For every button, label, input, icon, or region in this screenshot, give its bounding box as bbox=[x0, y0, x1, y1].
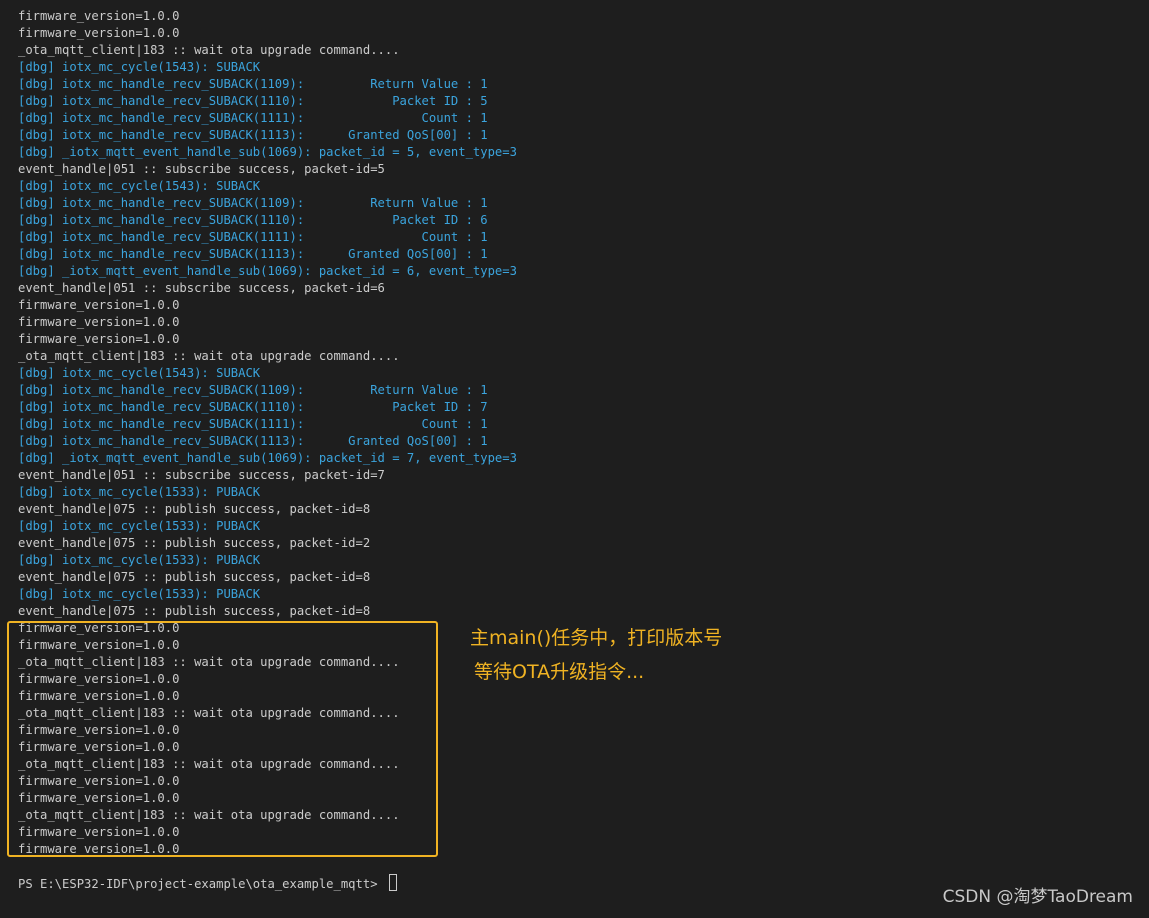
debug-log-line: [dbg] iotx_mc_cycle(1533): PUBACK bbox=[18, 587, 261, 601]
debug-log-line: [dbg] iotx_mc_cycle(1543): SUBACK bbox=[18, 179, 261, 193]
log-line: event_handle|051 :: subscribe success, p… bbox=[18, 162, 385, 176]
terminal-prompt[interactable]: PS E:\ESP32-IDF\project-example\ota_exam… bbox=[18, 874, 397, 891]
debug-log-line: [dbg] iotx_mc_cycle(1533): PUBACK bbox=[18, 485, 261, 499]
log-line: firmware_version=1.0.0 bbox=[18, 26, 180, 40]
debug-log-line: [dbg] iotx_mc_cycle(1543): SUBACK bbox=[18, 60, 261, 74]
annotation-line-1: 主main()任务中，打印版本号 bbox=[470, 627, 723, 649]
log-line: event_handle|075 :: publish success, pac… bbox=[18, 536, 371, 550]
debug-log-line: [dbg] _iotx_mqtt_event_handle_sub(1069):… bbox=[18, 451, 517, 465]
log-line: _ota_mqtt_client|183 :: wait ota upgrade… bbox=[18, 43, 400, 57]
debug-log-line: [dbg] iotx_mc_handle_recv_SUBACK(1111): … bbox=[18, 230, 488, 244]
debug-log-line: [dbg] iotx_mc_handle_recv_SUBACK(1111): … bbox=[18, 417, 488, 431]
debug-log-line: [dbg] iotx_mc_handle_recv_SUBACK(1111): … bbox=[18, 111, 488, 125]
debug-log-line: [dbg] iotx_mc_handle_recv_SUBACK(1113): … bbox=[18, 247, 488, 261]
debug-log-line: [dbg] iotx_mc_handle_recv_SUBACK(1109): … bbox=[18, 196, 488, 210]
cursor bbox=[388, 874, 397, 891]
annotation-line-2: 等待OTA升级指令... bbox=[474, 661, 645, 683]
debug-log-line: [dbg] iotx_mc_handle_recv_SUBACK(1113): … bbox=[18, 128, 488, 142]
log-line: event_handle|051 :: subscribe success, p… bbox=[18, 281, 385, 295]
highlight-box bbox=[7, 621, 438, 857]
log-line: event_handle|075 :: publish success, pac… bbox=[18, 570, 371, 584]
log-line: firmware_version=1.0.0 bbox=[18, 315, 180, 329]
debug-log-line: [dbg] _iotx_mqtt_event_handle_sub(1069):… bbox=[18, 264, 517, 278]
log-line: _ota_mqtt_client|183 :: wait ota upgrade… bbox=[18, 349, 400, 363]
prompt-text: PS E:\ESP32-IDF\project-example\ota_exam… bbox=[18, 877, 385, 891]
log-line: firmware_version=1.0.0 bbox=[18, 9, 180, 23]
debug-log-line: [dbg] iotx_mc_handle_recv_SUBACK(1110): … bbox=[18, 213, 488, 227]
debug-log-line: [dbg] iotx_mc_handle_recv_SUBACK(1110): … bbox=[18, 400, 488, 414]
debug-log-line: [dbg] iotx_mc_handle_recv_SUBACK(1109): … bbox=[18, 383, 488, 397]
debug-log-line: [dbg] iotx_mc_handle_recv_SUBACK(1113): … bbox=[18, 434, 488, 448]
debug-log-line: [dbg] iotx_mc_cycle(1533): PUBACK bbox=[18, 519, 261, 533]
debug-log-line: [dbg] _iotx_mqtt_event_handle_sub(1069):… bbox=[18, 145, 517, 159]
log-line: firmware_version=1.0.0 bbox=[18, 298, 180, 312]
log-line: event_handle|051 :: subscribe success, p… bbox=[18, 468, 385, 482]
debug-log-line: [dbg] iotx_mc_cycle(1533): PUBACK bbox=[18, 553, 261, 567]
debug-log-line: [dbg] iotx_mc_handle_recv_SUBACK(1110): … bbox=[18, 94, 488, 108]
log-line: firmware_version=1.0.0 bbox=[18, 332, 180, 346]
watermark: CSDN @淘梦TaoDream bbox=[942, 887, 1133, 907]
log-line: event_handle|075 :: publish success, pac… bbox=[18, 604, 371, 618]
debug-log-line: [dbg] iotx_mc_cycle(1543): SUBACK bbox=[18, 366, 261, 380]
log-line: event_handle|075 :: publish success, pac… bbox=[18, 502, 371, 516]
debug-log-line: [dbg] iotx_mc_handle_recv_SUBACK(1109): … bbox=[18, 77, 488, 91]
